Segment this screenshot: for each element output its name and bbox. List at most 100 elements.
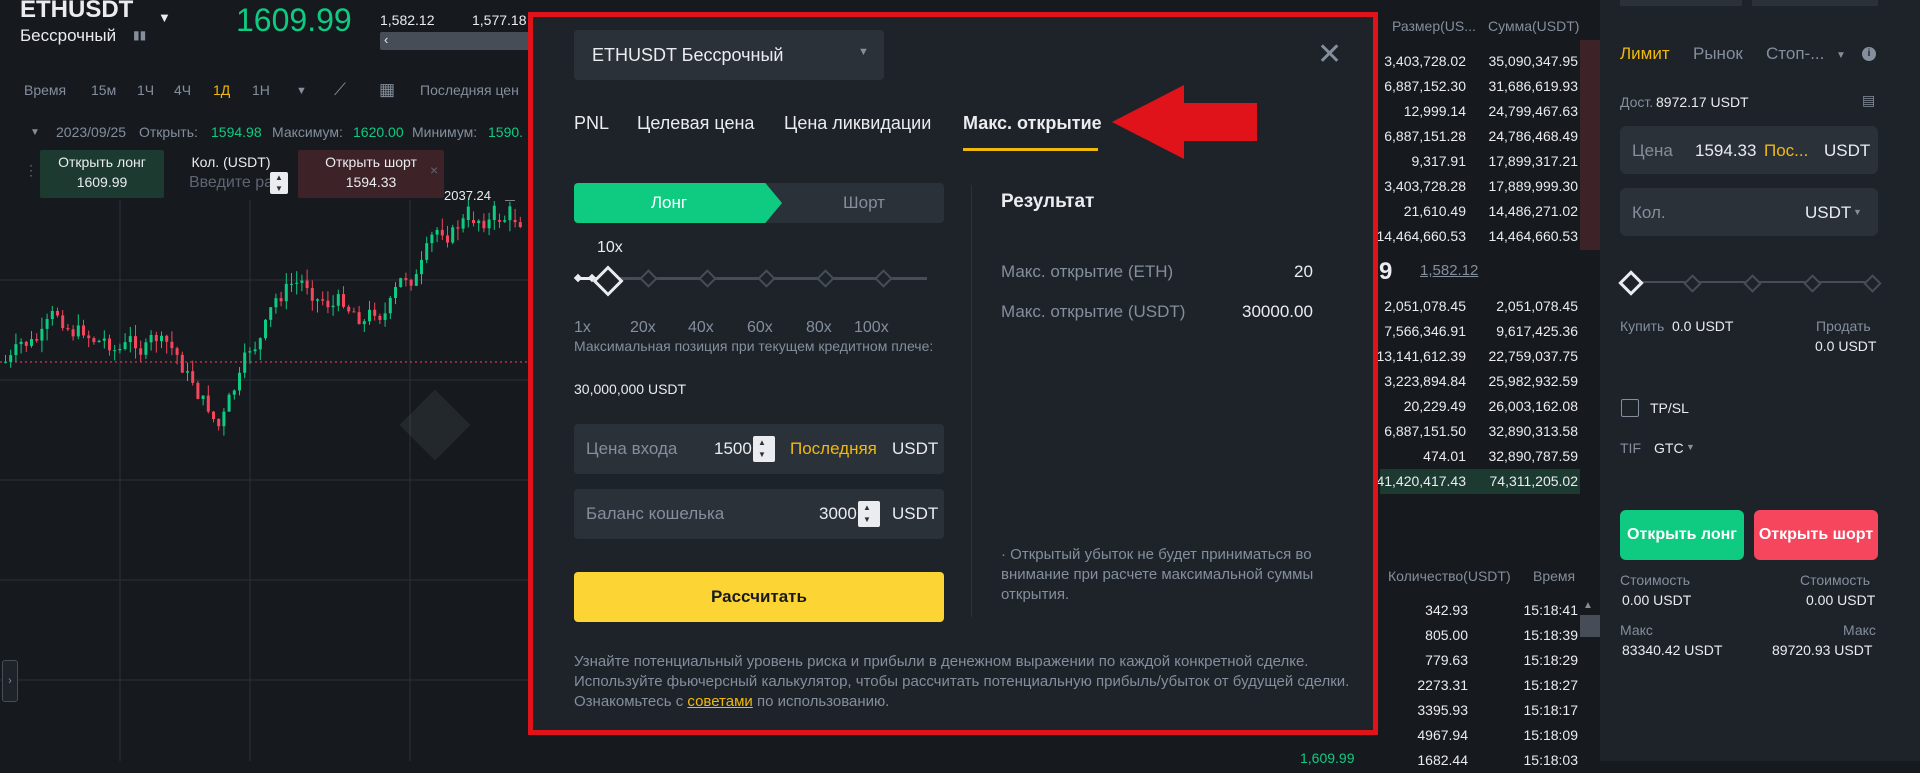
ask-row[interactable]: 3,403,728.28 17,889,999.30 bbox=[1380, 174, 1580, 199]
ask-row[interactable]: 3,403,728.02 35,090,347.95 bbox=[1380, 49, 1580, 74]
ask-row[interactable]: 6,887,152.30 31,686,619.93 bbox=[1380, 74, 1580, 99]
candle-body bbox=[50, 310, 54, 320]
leverage-node-40x[interactable] bbox=[698, 269, 717, 288]
info-icon[interactable]: ▮▮ bbox=[133, 28, 146, 42]
close-icon[interactable]: ✕ bbox=[1317, 37, 1342, 72]
more-intervals-icon[interactable]: ▼ bbox=[296, 85, 307, 97]
candle-body bbox=[362, 321, 366, 325]
template-icon[interactable]: ▦ bbox=[379, 80, 395, 100]
tab-max-open[interactable]: Макс. открытие bbox=[963, 113, 1102, 134]
scroll-left-icon[interactable]: ‹ bbox=[384, 32, 388, 47]
tif-dropdown-icon[interactable]: ▼ bbox=[1686, 442, 1695, 452]
ask-row[interactable]: 9,317.91 17,899,317.21 bbox=[1380, 149, 1580, 174]
open-short-button[interactable]: Открыть шорт bbox=[1754, 510, 1878, 560]
leverage-node-100x[interactable] bbox=[874, 269, 893, 288]
bid-size: 2,051,078.45 bbox=[1384, 298, 1466, 314]
footer-text: Узнайте потенциальный уровень риска и пр… bbox=[574, 652, 1354, 712]
ask-row[interactable]: 21,610.49 14,486,271.02 bbox=[1380, 199, 1580, 224]
ask-row[interactable]: 14,464,660.53 14,464,660.53 bbox=[1376, 224, 1580, 249]
entry-price-field[interactable]: Цена входа 1500 ▲ ▼ Последняя USDT bbox=[574, 424, 944, 474]
candle-body bbox=[472, 220, 475, 224]
bid-size: 6,887,151.50 bbox=[1384, 423, 1466, 439]
interval-1h[interactable]: 1Ч bbox=[137, 82, 154, 98]
collapse-icon[interactable]: ▼ bbox=[30, 127, 40, 138]
bid-row[interactable]: 6,887,151.50 32,890,313.58 bbox=[1380, 419, 1580, 444]
ask-row[interactable]: 12,999.14 24,799,467.63 bbox=[1380, 99, 1580, 124]
candle-body bbox=[238, 372, 241, 391]
wallet-balance-field[interactable]: Баланс кошелька 3000 ▲ ▼ USDT bbox=[574, 489, 944, 539]
price-last-button[interactable]: Пос... bbox=[1764, 141, 1808, 161]
candle-body bbox=[290, 283, 293, 285]
leverage-node-20x[interactable] bbox=[639, 269, 658, 288]
trades-scroll-up-icon[interactable]: ▲ bbox=[1583, 600, 1593, 611]
trades-col-qty: Количество(USDT) bbox=[1388, 568, 1511, 584]
mark-price: 1,582.12 bbox=[380, 12, 435, 28]
trade-qty: 779.63 bbox=[1425, 652, 1468, 668]
indicator-icon[interactable]: ⟋ bbox=[334, 80, 346, 100]
leverage-node-60x[interactable] bbox=[757, 269, 776, 288]
bid-row[interactable]: 474.01 32,890,787.59 bbox=[1380, 444, 1580, 469]
candlestick-chart[interactable] bbox=[0, 200, 530, 761]
symbol-title[interactable]: ETHUSDT bbox=[20, 0, 133, 24]
bid-row[interactable]: 7,566,346.91 9,617,425.36 bbox=[1380, 319, 1580, 344]
cost-short-value: 0.00 USDT bbox=[1806, 592, 1876, 608]
interval-time[interactable]: Время bbox=[24, 82, 66, 98]
trade-row: 342.93 15:18:41 bbox=[1380, 598, 1580, 623]
ask-size: 3,403,728.02 bbox=[1384, 53, 1466, 69]
bid-sum: 26,003,162.08 bbox=[1488, 398, 1578, 414]
tab-pnl[interactable]: PNL bbox=[574, 113, 609, 134]
panel-tab-left[interactable] bbox=[1620, 0, 1742, 6]
ohlc-date: 2023/09/25 bbox=[56, 124, 127, 140]
leverage-slider-handle[interactable] bbox=[592, 265, 624, 297]
tpsl-checkbox[interactable] bbox=[1621, 399, 1639, 417]
bid-row[interactable]: 20,229.49 26,003,162.08 bbox=[1380, 394, 1580, 419]
contract-select[interactable]: ETHUSDT Бессрочный ▼ bbox=[574, 30, 884, 80]
entry-price-last-button[interactable]: Последняя bbox=[790, 439, 877, 459]
order-type-stop[interactable]: Стоп-... bbox=[1766, 44, 1824, 64]
entry-price-stepper[interactable]: ▲ ▼ bbox=[753, 436, 775, 462]
interval-1d[interactable]: 1Д bbox=[213, 82, 230, 98]
cost-long-label: Стоимость bbox=[1620, 572, 1691, 588]
orderbook-mark-price[interactable]: 1,582.12 bbox=[1420, 262, 1478, 279]
order-type-market[interactable]: Рынок bbox=[1693, 44, 1743, 64]
trades-scrollbar[interactable] bbox=[1580, 615, 1602, 637]
calculator-icon[interactable]: ▤ bbox=[1862, 92, 1875, 109]
open-long-button[interactable]: Открыть лонг bbox=[1620, 510, 1744, 560]
quick-open-long-button[interactable]: Открыть лонг 1609.99 bbox=[40, 150, 164, 198]
info-icon[interactable]: i bbox=[1862, 47, 1876, 61]
price-source[interactable]: Последняя цен bbox=[420, 82, 519, 98]
quick-trade-close-icon[interactable]: × bbox=[430, 162, 438, 178]
panel-tab-right[interactable] bbox=[1752, 0, 1878, 6]
tab-target-price[interactable]: Целевая цена bbox=[637, 113, 754, 134]
leverage-node-80x[interactable] bbox=[816, 269, 835, 288]
tif-value[interactable]: GTC bbox=[1654, 440, 1684, 456]
wallet-balance-label: Баланс кошелька bbox=[586, 504, 725, 523]
qty-unit-dropdown-icon[interactable]: ▼ bbox=[1853, 207, 1862, 217]
entry-price-value[interactable]: 1500 bbox=[714, 439, 752, 459]
entry-price-label: Цена входа bbox=[586, 439, 678, 458]
wallet-balance-value[interactable]: 3000 bbox=[819, 504, 857, 524]
entry-price-unit: USDT bbox=[892, 439, 939, 458]
tips-link[interactable]: советами bbox=[687, 693, 752, 710]
stop-dropdown-icon[interactable]: ▼ bbox=[1836, 50, 1846, 61]
bid-row[interactable]: 2,051,078.45 2,051,078.45 bbox=[1380, 294, 1580, 319]
interval-4h[interactable]: 4Ч bbox=[174, 82, 191, 98]
bid-row[interactable]: 13,141,612.39 22,759,037.75 bbox=[1376, 344, 1580, 369]
ask-row[interactable]: 6,887,151.28 24,786,468.49 bbox=[1380, 124, 1580, 149]
bid-row[interactable]: 41,420,417.43 74,311,205.02 bbox=[1376, 469, 1580, 494]
quick-open-short-button[interactable]: Открыть шорт 1594.33 bbox=[298, 150, 444, 198]
quick-qty-stepper[interactable]: ▲ ▼ bbox=[270, 172, 288, 194]
symbol-dropdown-icon[interactable]: ▼ bbox=[158, 10, 171, 25]
qty-unit[interactable]: USDT bbox=[1805, 203, 1851, 223]
index-price: 1,577.18 bbox=[472, 12, 527, 28]
wallet-balance-stepper[interactable]: ▲ ▼ bbox=[858, 501, 880, 527]
bid-row[interactable]: 3,223,894.84 25,982,932.59 bbox=[1380, 369, 1580, 394]
calculate-button[interactable]: Рассчитать bbox=[574, 572, 944, 622]
tab-liquidation-price[interactable]: Цена ликвидации bbox=[784, 113, 931, 134]
interval-1w[interactable]: 1Н bbox=[252, 82, 270, 98]
price-value[interactable]: 1594.33 bbox=[1695, 141, 1756, 161]
side-panel-toggle[interactable]: › bbox=[2, 660, 18, 702]
interval-15m[interactable]: 15м bbox=[91, 82, 116, 98]
order-type-limit[interactable]: Лимит bbox=[1620, 44, 1670, 64]
header-scrollbar[interactable] bbox=[380, 32, 530, 50]
